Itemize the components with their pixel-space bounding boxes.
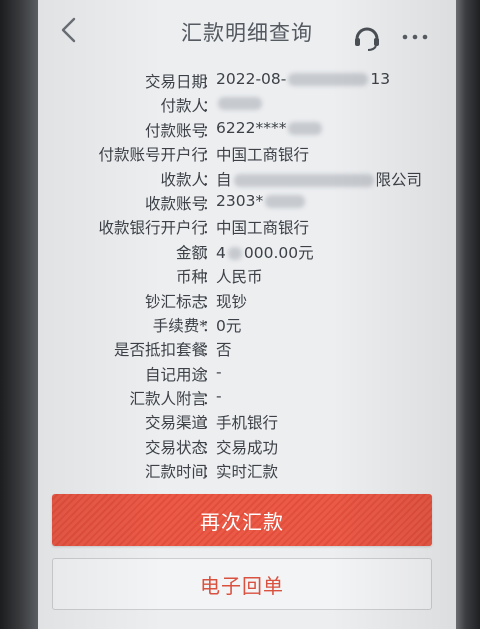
- detail-label: 自记用途: [144, 365, 207, 384]
- e-receipt-button[interactable]: 电子回单: [52, 558, 432, 610]
- detail-value-end: 限公司: [375, 170, 423, 189]
- redacted-blur: [288, 73, 369, 86]
- detail-row-transfer-time: 汇款时间 ： 实时汇款: [38, 458, 456, 482]
- detail-row-payer: 付款人 ：: [38, 92, 456, 116]
- detail-row-channel: 交易渠道 ： 手机银行: [38, 409, 456, 433]
- detail-value-start: 4: [216, 243, 226, 262]
- detail-label: 钞汇标志: [144, 292, 207, 311]
- detail-value-start: 2022-08-: [216, 70, 287, 88]
- detail-value: 6222****: [216, 119, 324, 137]
- detail-label: 汇款人附言: [129, 390, 207, 409]
- detail-row-status: 交易状态 ： 交易成功: [38, 434, 456, 458]
- redacted-blur: [265, 194, 306, 208]
- detail-label: 收款人: [160, 170, 207, 189]
- phone-bezel-right: [456, 0, 480, 629]
- detail-value-start: 2303*: [216, 191, 264, 210]
- detail-value: 实时汇款: [216, 463, 279, 482]
- detail-value: -: [216, 362, 222, 381]
- detail-value: 否: [216, 341, 232, 360]
- redacted-blur: [218, 97, 262, 111]
- detail-row-payee-bank: 收款银行开户行 ： 中国工商银行: [38, 214, 456, 238]
- nav-header: 汇款明细查询: [38, 0, 456, 64]
- headset-icon[interactable]: [352, 22, 382, 52]
- detail-row-cash-flag: 钞汇标志 ： 现钞: [38, 288, 456, 312]
- phone-bezel-left: [0, 0, 38, 629]
- detail-label: 汇款时间: [144, 463, 207, 482]
- detail-label: 付款人: [160, 97, 207, 116]
- detail-value: -: [216, 387, 222, 406]
- detail-label: 手续费*: [152, 316, 207, 335]
- redacted-blur: [288, 121, 323, 135]
- detail-label: 付款账号开户行: [98, 146, 207, 165]
- more-dots-icon[interactable]: [402, 33, 428, 41]
- detail-value: 2022-08- 13: [216, 70, 390, 88]
- detail-row-fee: 手续费* ： 0元: [38, 312, 456, 336]
- detail-value: 交易成功: [216, 438, 279, 457]
- transfer-details-list: 交易日期 ： 2022-08- 13 付款人 ： 付款账号 ： 6222**** …: [38, 68, 456, 483]
- transfer-again-button[interactable]: 再次汇款: [52, 494, 432, 546]
- detail-label: 交易渠道: [144, 414, 207, 433]
- detail-label: 收款账号: [144, 194, 207, 213]
- detail-value: 手机银行: [216, 414, 279, 433]
- detail-value: 4 000.00元: [216, 241, 314, 263]
- detail-row-currency: 币种 ： 人民币: [38, 263, 456, 287]
- detail-value: 自 限公司: [216, 168, 422, 190]
- detail-row-purpose: 自记用途 ： -: [38, 361, 456, 385]
- detail-value: 2303*: [216, 192, 307, 210]
- detail-value-end: 13: [370, 70, 391, 88]
- detail-value: 现钞: [216, 292, 248, 311]
- detail-row-payer-account: 付款账号 ： 6222****: [38, 117, 456, 141]
- detail-label: 是否抵扣套餐: [113, 341, 207, 360]
- detail-value: 中国工商银行: [216, 146, 310, 165]
- detail-value: [216, 94, 264, 112]
- chevron-left-icon[interactable]: [58, 16, 82, 44]
- detail-row-payee: 收款人 ： 自限公司: [38, 166, 456, 190]
- detail-row-payee-account: 收款账号 ： 2303*: [38, 190, 456, 214]
- detail-row-payer-bank: 付款账号开户行 ： 中国工商银行: [38, 141, 456, 165]
- page-title: 汇款明细查询: [181, 21, 313, 45]
- detail-row-package-deduction: 是否抵扣套餐 ： 否: [38, 336, 456, 360]
- app-screen: 汇款明细查询 交易日期 ： 2022-08- 13 付款人 ： 付款账号 ： 6…: [38, 0, 456, 629]
- detail-value: 人民币: [216, 268, 263, 287]
- redacted-blur: [233, 173, 374, 187]
- detail-row-remark: 汇款人附言 ： -: [38, 385, 456, 409]
- detail-label: 收款银行开户行: [98, 219, 207, 238]
- redacted-blur: [227, 246, 242, 260]
- detail-label: 交易状态: [144, 438, 207, 457]
- detail-row-amount: 金额 ： 4 000.00元: [38, 239, 456, 263]
- detail-label: 付款账号: [144, 121, 207, 140]
- detail-value: 0元: [216, 316, 242, 335]
- detail-value-start: 自: [216, 170, 232, 189]
- detail-row-trade-date: 交易日期 ： 2022-08- 13: [38, 68, 456, 92]
- detail-value-start: 6222****: [216, 118, 287, 137]
- detail-label: 交易日期: [144, 73, 207, 91]
- detail-value: 中国工商银行: [216, 219, 310, 238]
- detail-value-end: 000.00元: [243, 243, 314, 262]
